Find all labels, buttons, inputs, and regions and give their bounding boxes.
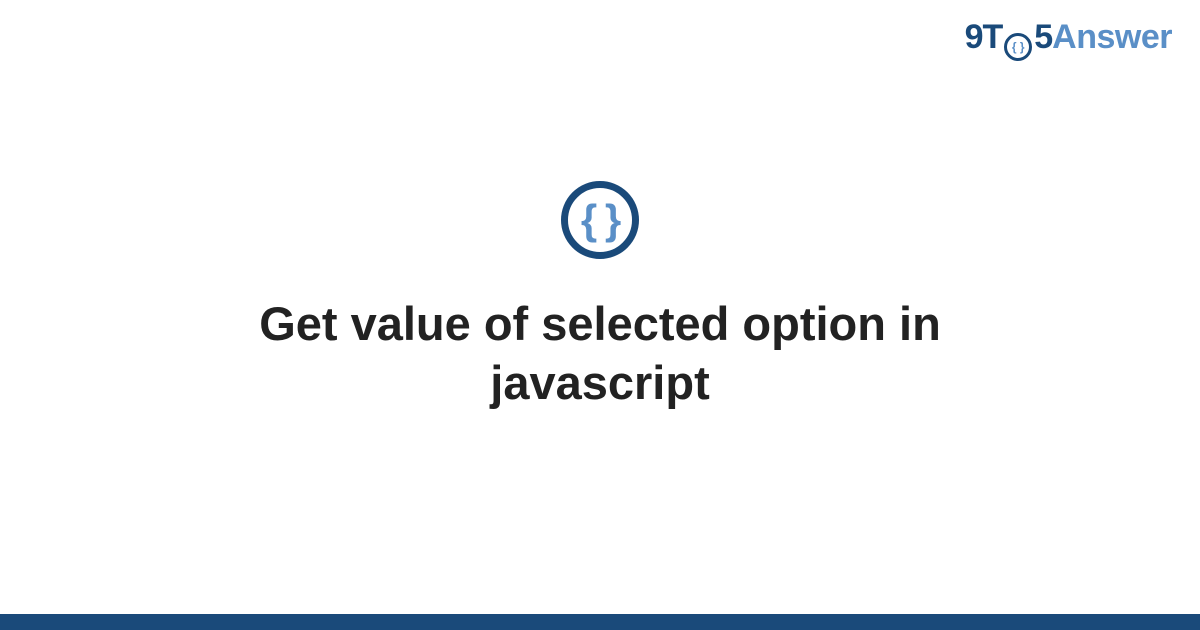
code-icon-glyph: { } [581,196,619,244]
code-icon-wrap: { } [561,181,639,259]
page-title: Get value of selected option in javascri… [150,295,1050,413]
main-content: { } Get value of selected option in java… [0,0,1200,630]
code-braces-icon: { } [561,181,639,259]
footer-accent-bar [0,614,1200,630]
